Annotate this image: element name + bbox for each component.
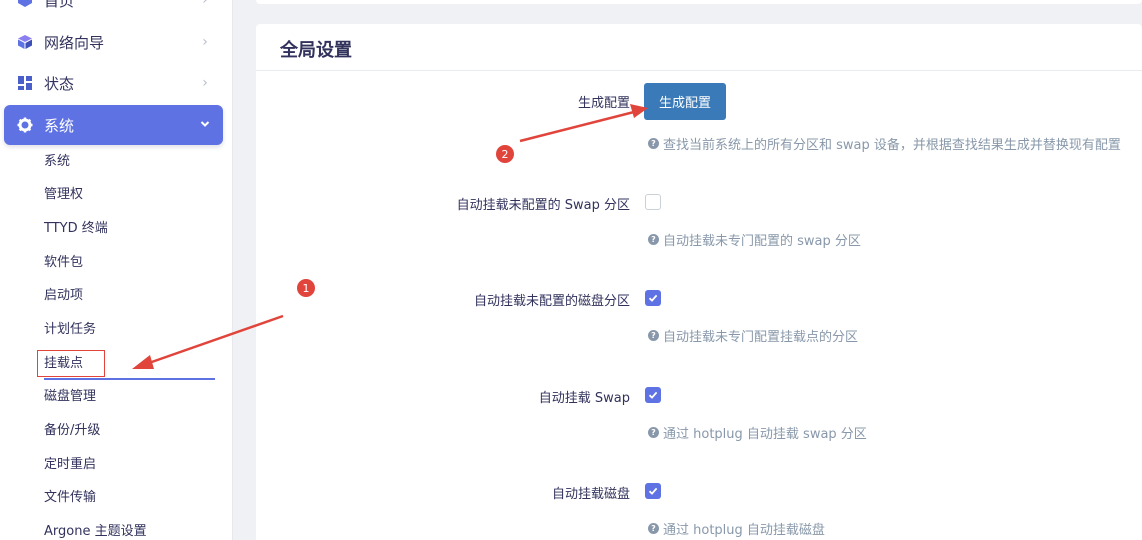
submenu-item-startup[interactable]: 启动项 <box>44 286 83 306</box>
annotation-badge-1: 1 <box>297 279 315 297</box>
auto-mount-swap-checkbox[interactable] <box>645 387 661 403</box>
section-title: 全局设置 <box>280 40 352 61</box>
cube-icon <box>16 33 34 51</box>
menu-item-network-wizard[interactable]: 网络向导 › <box>4 22 223 62</box>
generate-config-label: 生成配置 <box>577 96 630 111</box>
option-label: 自动挂载磁盘 <box>551 487 630 502</box>
home-icon <box>16 0 34 9</box>
option-label: 自动挂载未配置的 Swap 分区 <box>456 198 630 213</box>
chevron-right-icon: › <box>202 0 208 8</box>
chevron-right-icon: › <box>202 75 208 91</box>
submenu-item-disk-manager[interactable]: 磁盘管理 <box>44 387 96 407</box>
auto-mount-disk-checkbox[interactable] <box>645 483 661 499</box>
auto-swap-partition-checkbox[interactable] <box>645 194 661 210</box>
annotation-highlight-box <box>37 350 105 377</box>
chevron-right-icon: › <box>202 34 208 50</box>
check-icon <box>648 391 658 399</box>
menu-label: 网络向导 <box>44 33 105 52</box>
question-icon: ? <box>648 330 659 341</box>
help-text: 通过 hotplug 自动挂载磁盘 <box>663 523 825 538</box>
question-icon: ? <box>648 427 659 438</box>
sidebar: 首页 › 网络向导 › 状态 › 系统 系统 管理权 TTYD 终端 软件包 启… <box>0 0 233 540</box>
global-settings-card: 全局设置 生成配置 生成配置 ? 查找当前系统上的所有分区和 swap 设备，并… <box>256 24 1142 540</box>
help-text: 查找当前系统上的所有分区和 swap 设备，并根据查找结果生成并替换现有配置 <box>663 138 1121 153</box>
submenu-item-ttyd[interactable]: TTYD 终端 <box>44 219 108 239</box>
active-underline <box>44 378 215 380</box>
previous-card <box>256 0 1142 4</box>
help-text: 自动挂载未专门配置的 swap 分区 <box>663 234 861 249</box>
generate-config-button[interactable]: 生成配置 <box>644 83 726 120</box>
menu-item-status[interactable]: 状态 › <box>4 63 223 103</box>
option-help: ? 通过 hotplug 自动挂载 swap 分区 <box>648 423 867 442</box>
menu-label: 状态 <box>44 74 75 93</box>
menu-item-home[interactable]: 首页 › <box>4 0 223 20</box>
option-label: 自动挂载未配置的磁盘分区 <box>473 294 630 309</box>
divider <box>256 70 1142 71</box>
chevron-down-icon <box>195 117 215 133</box>
auto-disk-partition-checkbox[interactable] <box>645 290 661 306</box>
option-help: ? 自动挂载未专门配置的 swap 分区 <box>648 230 861 249</box>
help-text: 自动挂载未专门配置挂载点的分区 <box>663 330 859 345</box>
question-icon: ? <box>648 523 659 534</box>
menu-label: 系统 <box>44 116 75 135</box>
submenu-item-packages[interactable]: 软件包 <box>44 253 83 273</box>
submenu-item-scheduled-reboot[interactable]: 定时重启 <box>44 455 96 475</box>
submenu-item-backup-upgrade[interactable]: 备份/升级 <box>44 421 100 441</box>
question-icon: ? <box>648 234 659 245</box>
submenu-item-system[interactable]: 系统 <box>44 152 70 172</box>
submenu-item-admin[interactable]: 管理权 <box>44 185 83 205</box>
check-icon <box>648 487 658 495</box>
grid-icon <box>16 74 34 92</box>
annotation-badge-2: 2 <box>496 145 514 163</box>
menu-label: 首页 <box>44 0 75 10</box>
check-icon <box>648 294 658 302</box>
option-label: 自动挂载 Swap <box>538 391 630 406</box>
submenu-item-crontab[interactable]: 计划任务 <box>44 320 96 340</box>
option-help: ? 通过 hotplug 自动挂载磁盘 <box>648 519 825 538</box>
question-icon: ? <box>648 138 659 149</box>
generate-config-help: ? 查找当前系统上的所有分区和 swap 设备，并根据查找结果生成并替换现有配置 <box>648 134 1121 153</box>
help-text: 通过 hotplug 自动挂载 swap 分区 <box>663 427 867 442</box>
submenu-item-argon-theme[interactable]: Argone 主题设置 <box>44 522 147 540</box>
option-help: ? 自动挂载未专门配置挂载点的分区 <box>648 326 858 345</box>
gear-icon <box>16 116 34 134</box>
submenu-item-file-transfer[interactable]: 文件传输 <box>44 488 96 508</box>
menu-item-system[interactable]: 系统 <box>4 105 223 145</box>
